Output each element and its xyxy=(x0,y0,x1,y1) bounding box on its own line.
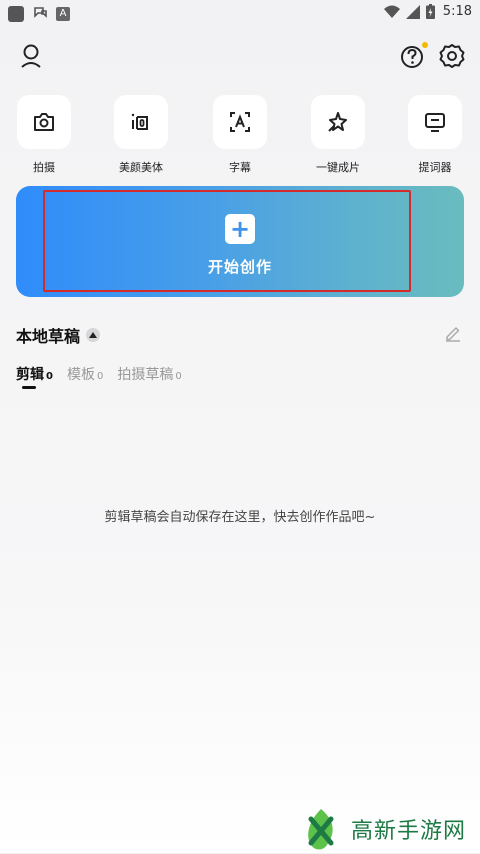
subtitle-icon xyxy=(230,112,250,132)
tool-camera-tile[interactable] xyxy=(17,95,71,149)
tool-label: 提词器 xyxy=(418,161,452,174)
triangle-up-icon xyxy=(89,332,98,338)
status-right-icons: 5:18 xyxy=(383,4,472,19)
help-button[interactable] xyxy=(399,42,428,70)
tab-label: 拍摄草稿 xyxy=(117,367,174,383)
drafts-title: 本地草稿 xyxy=(16,327,81,346)
plus-icon[interactable]: + xyxy=(225,214,255,244)
tab-count: 0 xyxy=(175,371,182,382)
empty-state-message: 剪辑草稿会自动保存在这里，快去创作作品吧~ xyxy=(104,510,376,525)
tool-camera[interactable]: 拍摄 xyxy=(4,95,84,175)
watermark: 高新手游网 xyxy=(297,804,477,854)
tab-underline xyxy=(22,386,36,389)
beauty-icon xyxy=(131,113,148,130)
tab-edit[interactable]: 剪辑 0 xyxy=(16,364,53,389)
magic-star-icon xyxy=(328,112,347,132)
pencil-icon xyxy=(446,327,460,342)
profile-button[interactable] xyxy=(18,42,44,70)
top-bar xyxy=(0,40,480,72)
tool-label: 拍摄 xyxy=(33,161,55,174)
app-notification-icon xyxy=(8,6,24,22)
tab-count: 0 xyxy=(46,371,53,382)
tab-label: 剪辑 xyxy=(16,367,44,383)
wifi-icon xyxy=(383,5,400,18)
battery-icon xyxy=(425,4,435,19)
teleprompter-icon xyxy=(425,113,445,132)
tab-template[interactable]: 模板 0 xyxy=(67,364,103,384)
camera-icon xyxy=(34,113,54,131)
drafts-tabs: 剪辑 0 模板 0 拍摄草稿 0 xyxy=(16,364,196,389)
signal-icon xyxy=(405,4,420,19)
tab-label: 模板 xyxy=(66,367,95,383)
tool-subtitle-tile[interactable] xyxy=(213,95,267,149)
status-bar: A 5:18 xyxy=(0,0,480,24)
collapse-button[interactable] xyxy=(86,328,101,342)
settings-button[interactable] xyxy=(438,42,466,70)
edit-button[interactable] xyxy=(444,324,462,342)
tool-label: 美颜美体 xyxy=(119,161,163,174)
chat-notification-icon xyxy=(32,4,48,24)
drafts-header: 本地草稿 xyxy=(16,323,101,347)
status-left-icons: A xyxy=(8,4,70,24)
tool-one-click-tile[interactable] xyxy=(311,95,365,149)
tool-teleprompter[interactable]: 提词器 xyxy=(395,95,475,175)
notification-dot xyxy=(422,42,428,48)
tool-beauty-tile[interactable] xyxy=(114,95,168,149)
tool-one-click[interactable]: 一键成片 xyxy=(298,95,378,175)
watermark-text: 高新手游网 xyxy=(351,819,467,844)
tab-count: 0 xyxy=(96,371,104,382)
tool-label: 一键成片 xyxy=(316,161,360,174)
tool-label: 字幕 xyxy=(229,161,251,174)
gear-icon xyxy=(439,44,465,68)
tool-subtitle[interactable]: 字幕 xyxy=(200,95,280,175)
quick-tools: 拍摄 美颜美体 字幕 一键成片 提词器 xyxy=(0,95,480,175)
tool-beauty[interactable]: 美颜美体 xyxy=(101,95,181,175)
start-create-label[interactable]: 开始创作 xyxy=(0,256,480,277)
keyboard-indicator-icon: A xyxy=(56,7,70,21)
person-icon xyxy=(21,44,41,68)
tab-shoot-drafts[interactable]: 拍摄草稿 0 xyxy=(117,364,181,384)
watermark-logo-icon xyxy=(308,809,334,850)
clock: 5:18 xyxy=(442,4,472,19)
tool-teleprompter-tile[interactable] xyxy=(408,95,462,149)
